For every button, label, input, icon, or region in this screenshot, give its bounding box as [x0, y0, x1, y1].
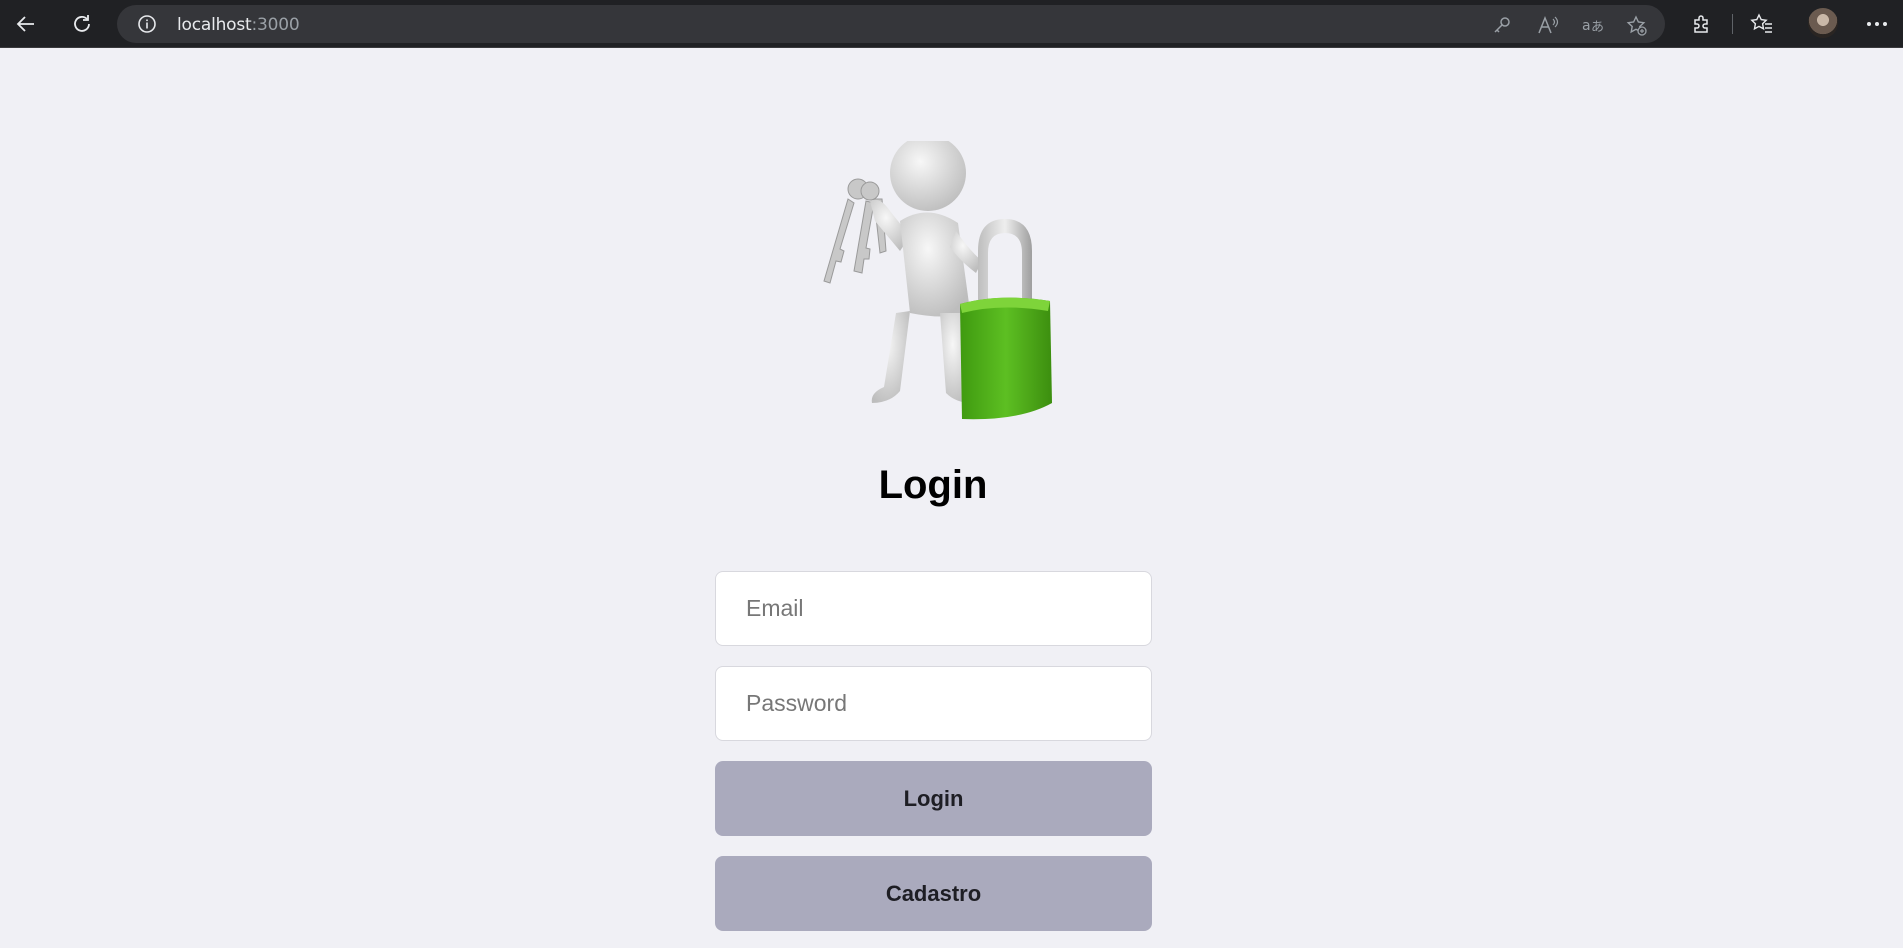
- info-icon[interactable]: [137, 14, 157, 34]
- svg-text:あ: あ: [1591, 20, 1604, 35]
- url-host: localhost: [177, 15, 252, 35]
- address-bar[interactable]: localhost:3000 aあ: [117, 5, 1665, 43]
- login-button[interactable]: Login: [715, 761, 1152, 836]
- extensions-icon[interactable]: [1688, 10, 1716, 38]
- url-port: :3000: [251, 15, 300, 35]
- key-icon[interactable]: [1492, 15, 1512, 35]
- page-title: Login: [878, 463, 988, 507]
- toolbar-divider: [1732, 14, 1733, 34]
- svg-text:a: a: [1582, 18, 1591, 34]
- person-with-keys-and-padlock-illustration: [800, 135, 1070, 421]
- browser-toolbar: localhost:3000 aあ: [0, 0, 1903, 48]
- profile-avatar[interactable]: [1808, 8, 1838, 38]
- read-aloud-icon[interactable]: [1537, 15, 1559, 35]
- page-body: Login Login Cadastro: [0, 49, 1903, 948]
- register-button[interactable]: Cadastro: [715, 856, 1152, 931]
- translate-icon[interactable]: aあ: [1582, 15, 1604, 35]
- more-icon[interactable]: [1863, 10, 1891, 38]
- back-icon[interactable]: [12, 10, 40, 38]
- password-input[interactable]: [715, 666, 1152, 741]
- reload-icon[interactable]: [68, 10, 96, 38]
- email-input[interactable]: [715, 571, 1152, 646]
- add-favorite-icon[interactable]: [1626, 15, 1647, 36]
- favorites-icon[interactable]: [1748, 10, 1776, 38]
- url-text: localhost:3000: [177, 15, 300, 35]
